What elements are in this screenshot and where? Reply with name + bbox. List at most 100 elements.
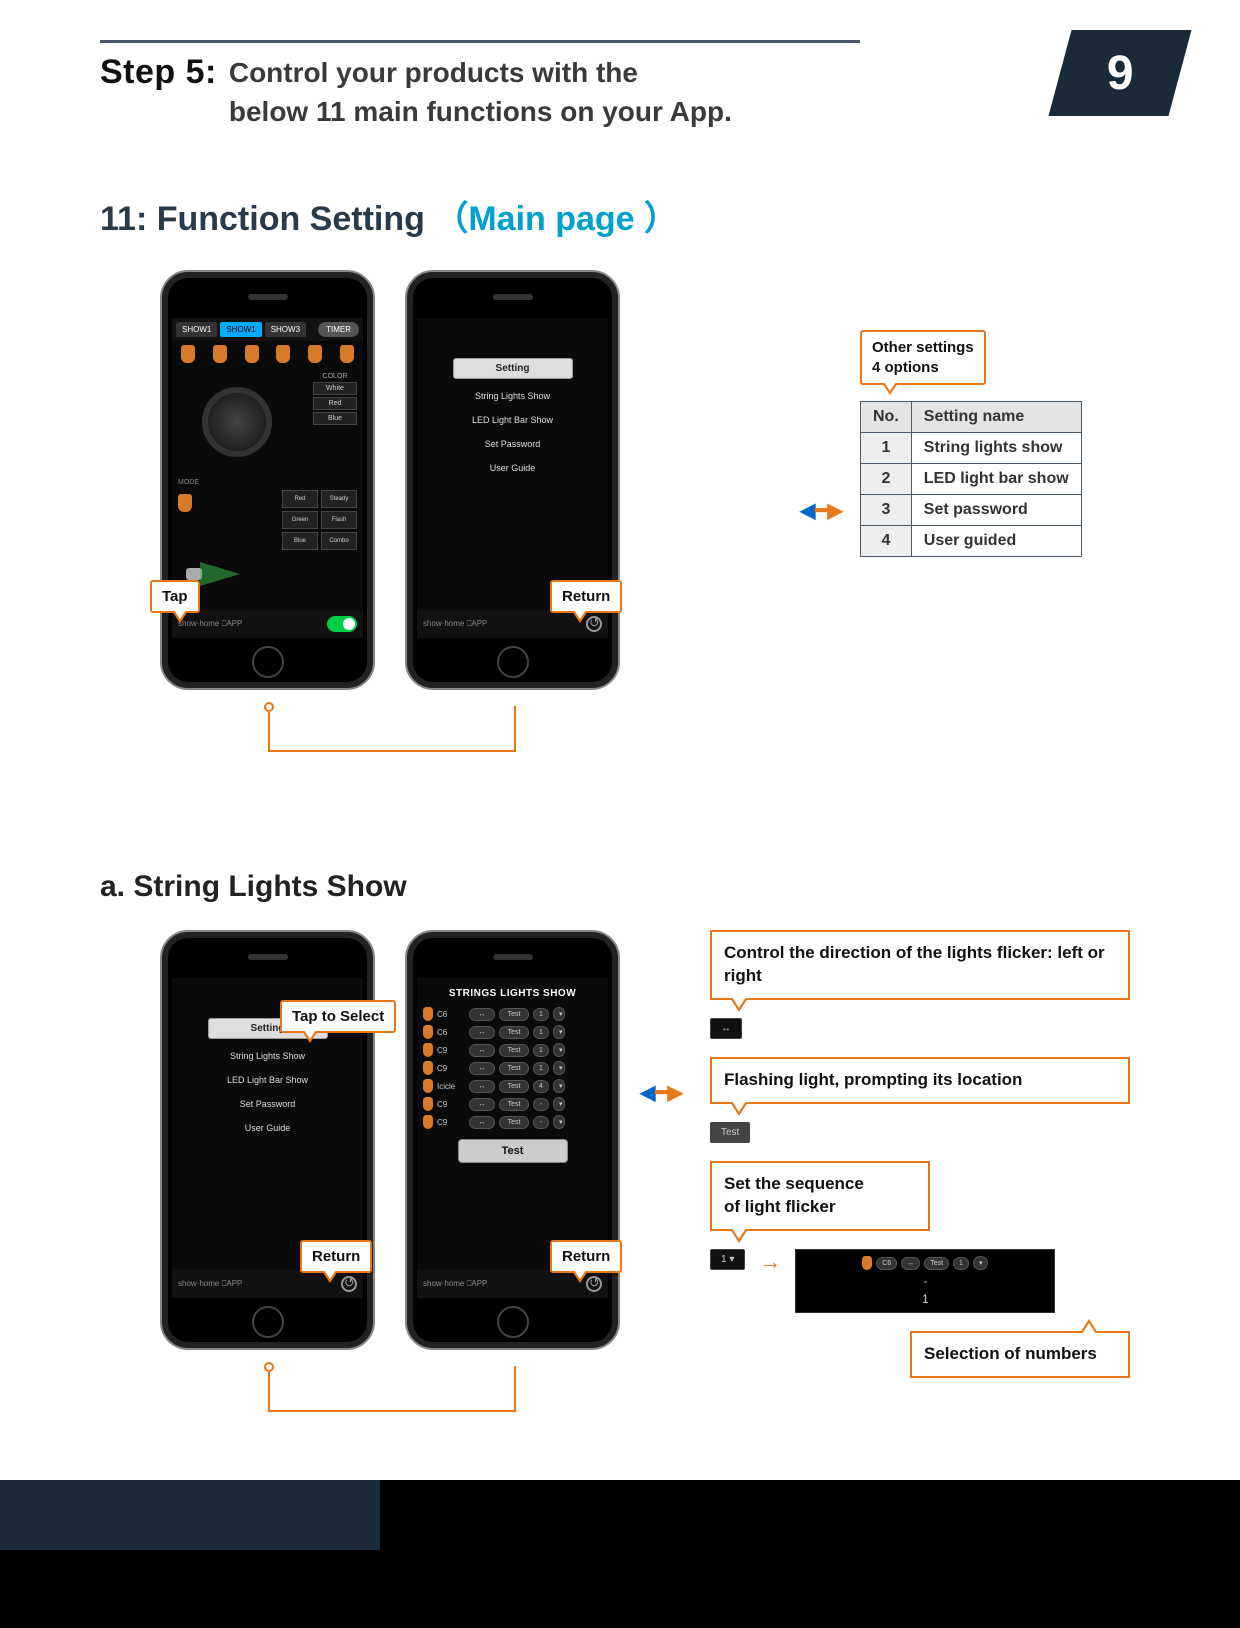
setting-item[interactable]: LED Light Bar Show	[435, 415, 590, 425]
product-icon[interactable]	[213, 345, 227, 363]
tab-show1[interactable]: SHOW1	[176, 322, 217, 337]
home-button[interactable]	[497, 1306, 529, 1338]
test-button[interactable]: Test	[499, 1008, 529, 1021]
test-button[interactable]: Test	[499, 1026, 529, 1039]
mode-button[interactable]: Blue	[282, 532, 318, 550]
direction-button[interactable]: ↔	[469, 1044, 495, 1057]
phone-settings-list: Setting String Lights Show LED Light Bar…	[405, 270, 620, 690]
other-settings-l2: 4 options	[872, 358, 974, 378]
td-no: 4	[861, 526, 912, 557]
setting-item[interactable]: String Lights Show	[190, 1051, 345, 1061]
timer-button[interactable]: TIMER	[318, 322, 359, 337]
demo-dd: ▾	[973, 1256, 989, 1270]
color-option[interactable]: Red	[313, 397, 357, 410]
setting-item[interactable]: LED Light Bar Show	[190, 1075, 345, 1085]
dropdown-icon[interactable]: ▾	[553, 1115, 565, 1129]
bulb-icon	[423, 1025, 433, 1039]
direction-button[interactable]: ↔	[469, 1116, 495, 1129]
test-all-button[interactable]: Test	[458, 1139, 568, 1163]
dropdown-icon[interactable]: ▾	[553, 1043, 565, 1057]
step-desc-line2: below 11 main functions on your App.	[229, 92, 732, 131]
product-icon[interactable]	[181, 345, 195, 363]
test-button[interactable]: Test	[499, 1044, 529, 1057]
direction-button[interactable]: ↔	[469, 1062, 495, 1075]
dropdown-icon[interactable]: ▾	[553, 1007, 565, 1021]
anno-sequence-l2: of light flicker	[724, 1196, 916, 1219]
callout-other-settings: Other settings 4 options	[860, 330, 986, 385]
chip-test: Test	[710, 1122, 750, 1143]
connector-dot	[264, 1362, 274, 1372]
td-name: Set password	[911, 495, 1081, 526]
phone-speaker	[493, 294, 533, 300]
return-icon[interactable]	[586, 1276, 602, 1292]
product-icon[interactable]	[245, 345, 259, 363]
phone-main-app: SHOW1 SHOW1 SHOW3 TIMER	[160, 270, 375, 690]
mode-button[interactable]: Flash	[321, 511, 357, 529]
sequence-number[interactable]: -	[533, 1116, 549, 1129]
app-footer: show·home ⎕APP	[172, 610, 363, 638]
tab-show1-active[interactable]: SHOW1	[220, 322, 261, 337]
product-icon[interactable]	[308, 345, 322, 363]
mode-button[interactable]: Green	[282, 511, 318, 529]
dial-area	[178, 373, 309, 473]
demo-name: C6	[876, 1257, 897, 1270]
home-button[interactable]	[252, 1306, 284, 1338]
bulb-icon	[423, 1097, 433, 1111]
home-button[interactable]	[252, 646, 284, 678]
setting-item[interactable]: Set Password	[190, 1099, 345, 1109]
test-button[interactable]: Test	[499, 1116, 529, 1129]
callout-return-p4: Return	[550, 1240, 622, 1273]
popup-row1: C6 ↔ Test 1 ▾	[802, 1256, 1048, 1270]
product-icon[interactable]	[340, 345, 354, 363]
setting-item[interactable]: String Lights Show	[435, 391, 590, 401]
product-icon[interactable]	[276, 345, 290, 363]
setting-item[interactable]: Set Password	[435, 439, 590, 449]
setting-item[interactable]: User Guide	[435, 463, 590, 473]
direction-button[interactable]: ↔	[469, 1026, 495, 1039]
sequence-number[interactable]: 1	[533, 1026, 549, 1039]
app-footer-brand: show·home ⎕APP	[423, 619, 487, 629]
product-icon[interactable]	[178, 494, 192, 512]
return-icon[interactable]	[586, 616, 602, 632]
direction-button[interactable]: ↔	[469, 1008, 495, 1021]
chip-seq: 1 ▾	[710, 1249, 745, 1270]
mode-button[interactable]: Steady	[321, 490, 357, 508]
phone-speaker	[493, 954, 533, 960]
sequence-number[interactable]: -	[533, 1098, 549, 1111]
test-button[interactable]: Test	[499, 1080, 529, 1093]
sequence-number[interactable]: 1	[533, 1062, 549, 1075]
dropdown-icon[interactable]: ▾	[553, 1061, 565, 1075]
color-option[interactable]: Blue	[313, 412, 357, 425]
td-name: User guided	[911, 526, 1081, 557]
sequence-number[interactable]: 1	[533, 1008, 549, 1021]
rotary-dial[interactable]	[202, 387, 272, 457]
direction-button[interactable]: ↔	[469, 1080, 495, 1093]
phone-settings-select: Setting String Lights Show LED Light Bar…	[160, 930, 375, 1350]
color-option[interactable]: White	[313, 382, 357, 395]
dropdown-icon[interactable]: ▾	[553, 1097, 565, 1111]
dropdown-icon[interactable]: ▾	[553, 1025, 565, 1039]
demo-num: 1	[953, 1257, 969, 1270]
mode-button[interactable]: Red	[282, 490, 318, 508]
return-icon[interactable]	[341, 1276, 357, 1292]
phone-speaker	[248, 954, 288, 960]
step-desc-line1: Control your products with the	[229, 53, 732, 92]
string-light-row: C6↔Test1▾	[417, 1023, 608, 1041]
sequence-number[interactable]: 4	[533, 1080, 549, 1093]
tab-show3[interactable]: SHOW3	[265, 322, 306, 337]
power-toggle[interactable]	[327, 616, 357, 632]
test-button[interactable]: Test	[499, 1098, 529, 1111]
sequence-number[interactable]: 1	[533, 1044, 549, 1057]
table-row: 1String lights show	[861, 433, 1082, 464]
test-button[interactable]: Test	[499, 1062, 529, 1075]
setting-header-button[interactable]: Setting	[453, 358, 573, 379]
setting-item[interactable]: User Guide	[190, 1123, 345, 1133]
callout-return-p3: Return	[300, 1240, 372, 1273]
direction-button[interactable]: ↔	[469, 1098, 495, 1111]
sequence-popup: C6 ↔ Test 1 ▾ - 1	[795, 1249, 1055, 1313]
td-name: LED light bar show	[911, 464, 1081, 495]
mode-button[interactable]: Combo	[321, 532, 357, 550]
connector-dot	[264, 702, 274, 712]
home-button[interactable]	[497, 646, 529, 678]
dropdown-icon[interactable]: ▾	[553, 1079, 565, 1093]
